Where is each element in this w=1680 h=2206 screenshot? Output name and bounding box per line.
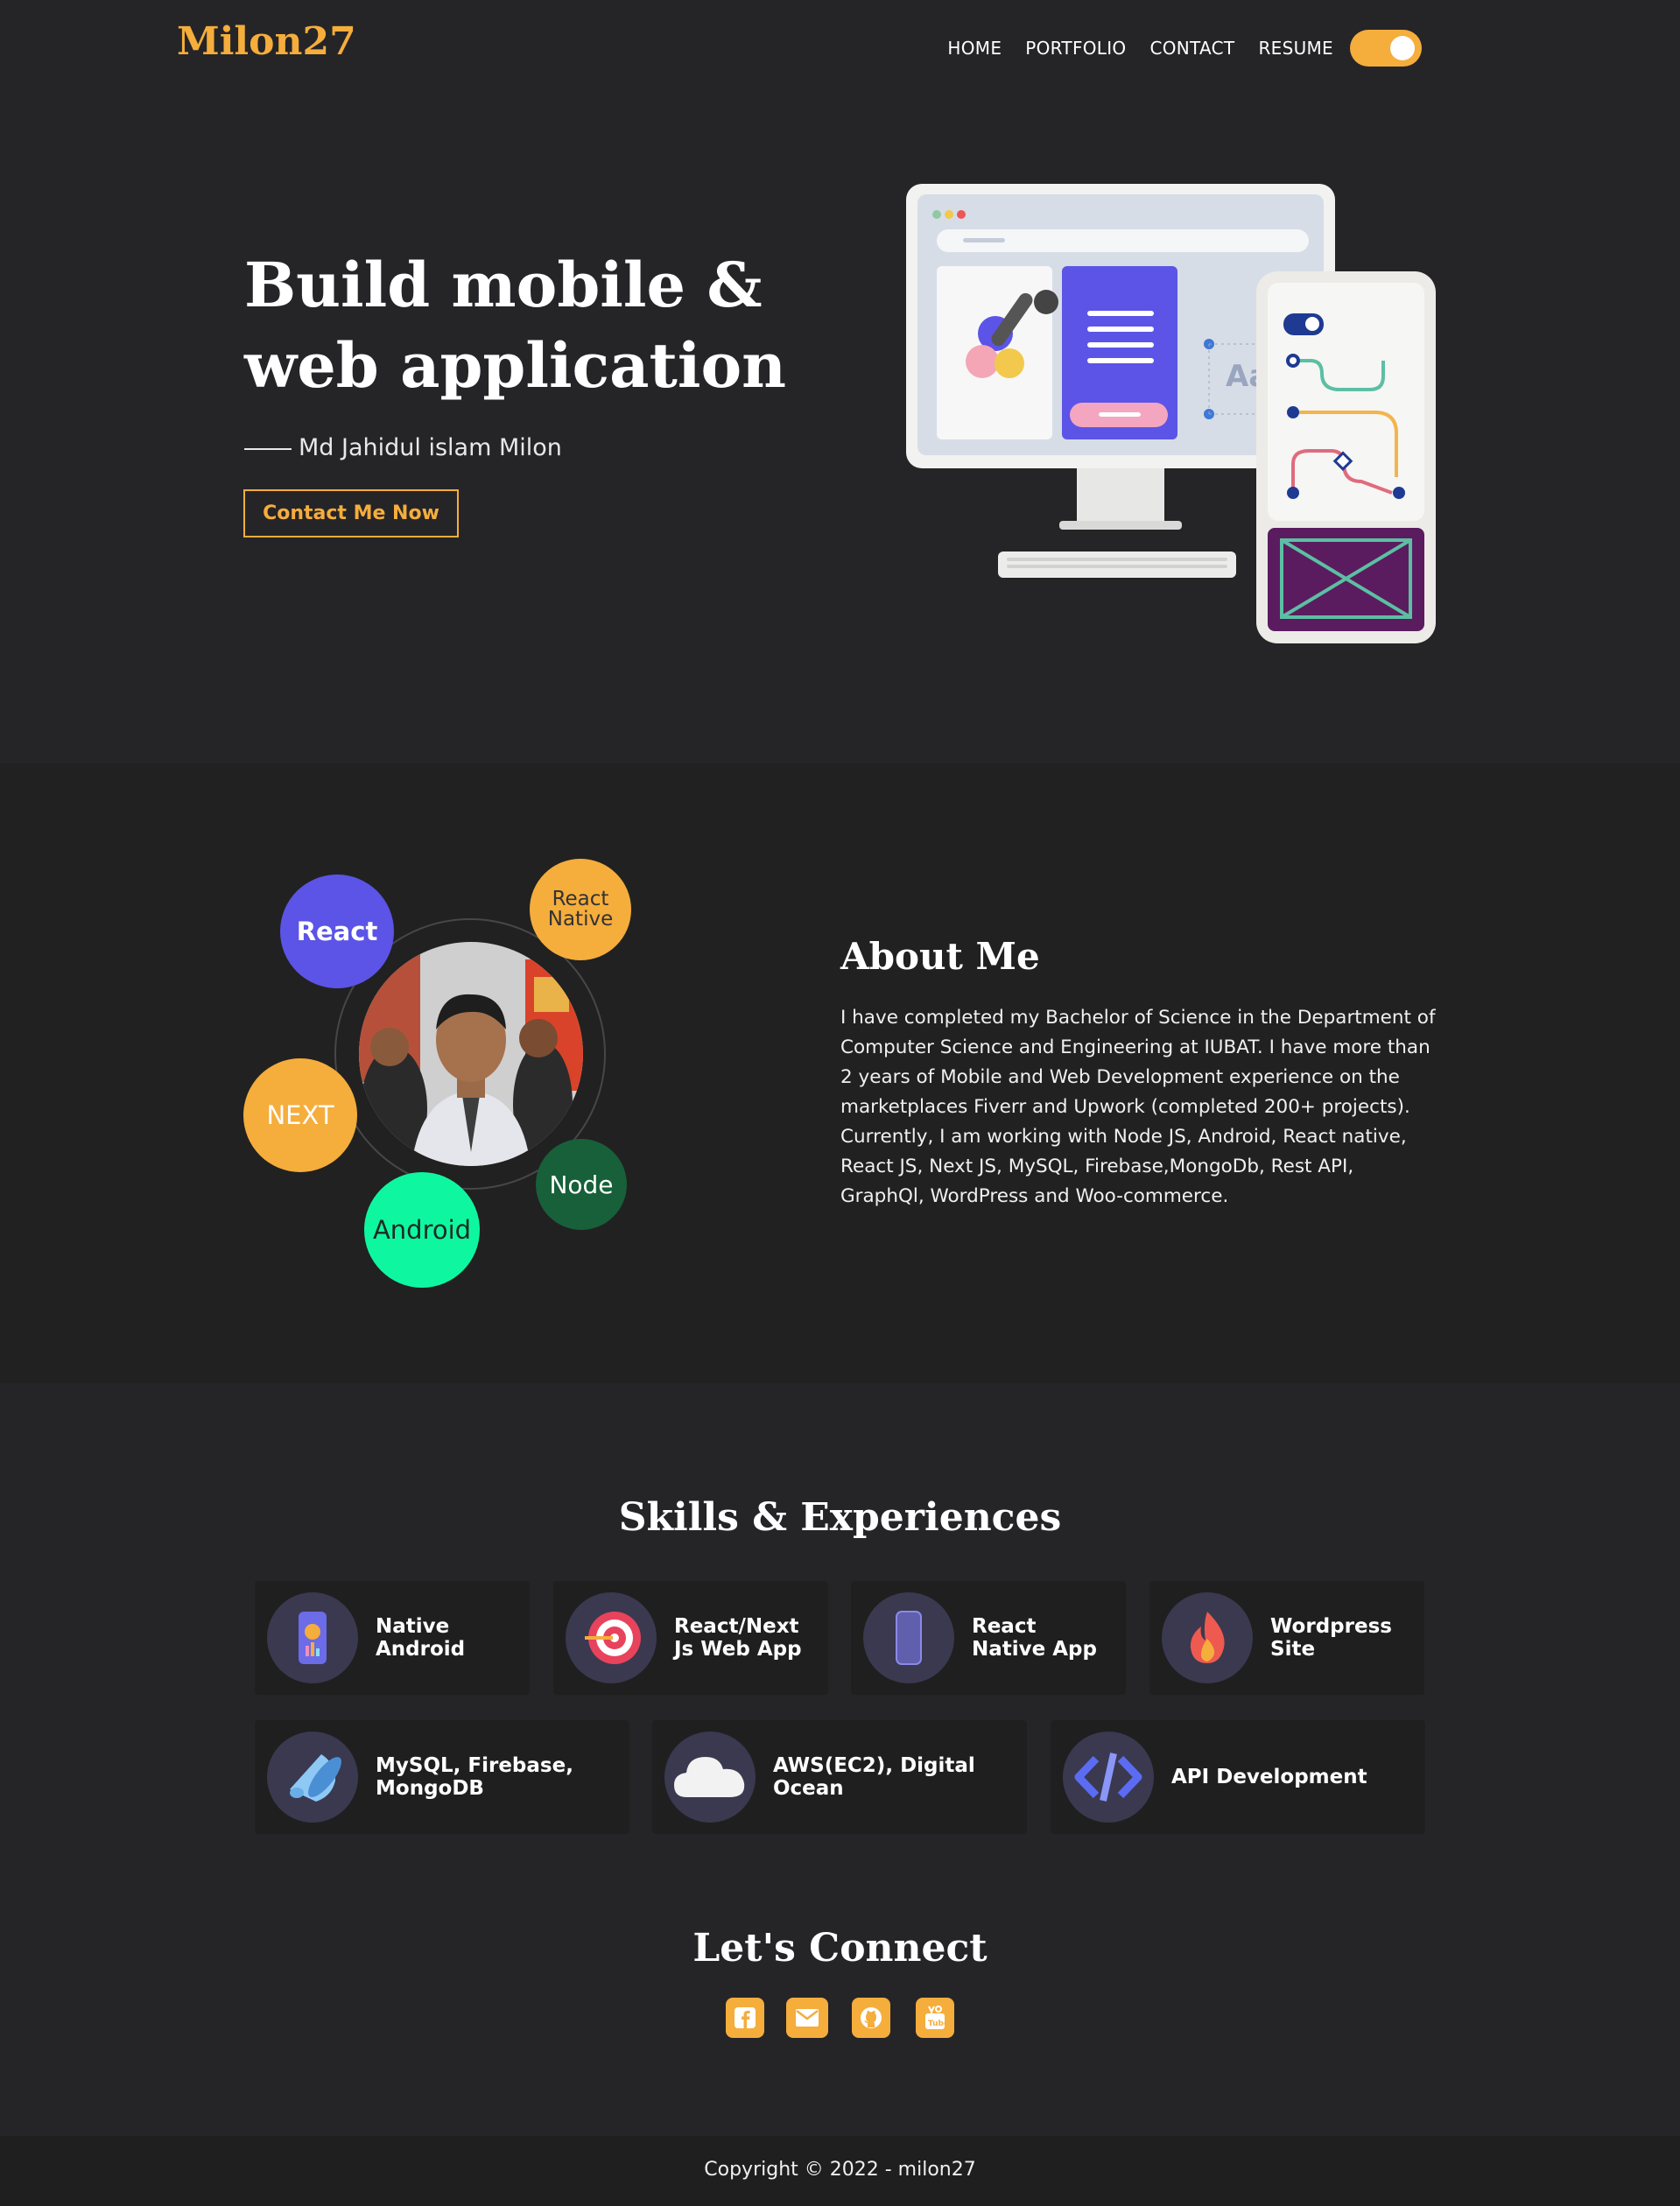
github-icon [861, 2007, 882, 2028]
profile-photo-image [359, 942, 583, 1166]
site-header: Milon27 HOME PORTFOLIO CONTACT RESUME [0, 0, 1680, 88]
main-nav: HOME PORTFOLIO CONTACT RESUME [947, 30, 1422, 67]
phone-icon [863, 1592, 954, 1683]
theme-toggle[interactable] [1350, 30, 1422, 67]
skill-bubble-react-native: React Native [530, 859, 631, 960]
android-phone-icon [267, 1592, 358, 1683]
skill-card-native-android: Native Android [255, 1581, 530, 1695]
svg-text:Tube: Tube [928, 2020, 946, 2028]
site-footer: Copyright © 2022 - milon27 [0, 2136, 1680, 2206]
skill-label: React Native App [972, 1615, 1097, 1661]
site-logo[interactable]: Milon27 [177, 19, 356, 64]
code-icon [1063, 1732, 1154, 1823]
email-icon [796, 2009, 819, 2027]
skill-card-react-native: React Native App [851, 1581, 1126, 1695]
about-text: I have completed my Bachelor of Science … [840, 1007, 1436, 1207]
theme-toggle-knob [1390, 36, 1415, 60]
nav-resume[interactable]: RESUME [1258, 38, 1333, 59]
flame-icon [1162, 1592, 1253, 1683]
skill-label: MySQL, Firebase, MongoDB [376, 1754, 573, 1800]
skill-bubble-react: React [280, 875, 394, 988]
nav-portfolio[interactable]: PORTFOLIO [1025, 38, 1126, 59]
email-link[interactable] [786, 1998, 828, 2038]
connect-title: Let's Connect [692, 1926, 988, 1971]
github-link[interactable] [852, 1998, 890, 2038]
skill-card-api: API Development [1051, 1720, 1425, 1834]
skill-bubble-node: Node [536, 1139, 627, 1230]
profile-photo [359, 942, 583, 1166]
cloud-icon [664, 1732, 756, 1823]
skill-label: Native Android [376, 1615, 466, 1661]
skill-card-wordpress: Wordpress Site [1149, 1581, 1424, 1695]
nav-home[interactable]: HOME [947, 38, 1002, 59]
skill-bubble-android: Android [364, 1172, 480, 1288]
target-icon [566, 1592, 657, 1683]
author-name: Md Jahidul islam Milon [299, 434, 562, 461]
youtube-icon: Tube [925, 2006, 946, 2029]
youtube-link[interactable]: Tube [916, 1998, 954, 2038]
subtitle-dash [244, 447, 292, 450]
megaphone-icon [267, 1732, 358, 1823]
facebook-icon [735, 2007, 756, 2028]
skill-card-databases: MySQL, Firebase, MongoDB [255, 1720, 629, 1834]
hero-title: Build mobile & web application [244, 249, 787, 402]
nav-contact[interactable]: CONTACT [1149, 38, 1234, 59]
skill-label: Wordpress Site [1270, 1615, 1392, 1661]
skill-bubble-next: NEXT [243, 1058, 357, 1172]
hero-illustration: Aa [906, 184, 1436, 643]
about-title: About Me [840, 935, 1040, 978]
skill-card-react-next: React/Next Js Web App [553, 1581, 828, 1695]
contact-me-button[interactable]: Contact Me Now [243, 489, 459, 537]
skill-label: AWS(EC2), Digital Ocean [773, 1754, 975, 1800]
skills-title: Skills & Experiences [618, 1495, 1062, 1540]
facebook-link[interactable] [726, 1998, 764, 2038]
skill-card-cloud: AWS(EC2), Digital Ocean [652, 1720, 1027, 1834]
skill-label: API Development [1171, 1766, 1367, 1788]
hero-subtitle: Md Jahidul islam Milon [244, 434, 562, 461]
skill-label: React/Next Js Web App [674, 1615, 802, 1661]
copyright-text: Copyright © 2022 - milon27 [704, 2159, 976, 2181]
